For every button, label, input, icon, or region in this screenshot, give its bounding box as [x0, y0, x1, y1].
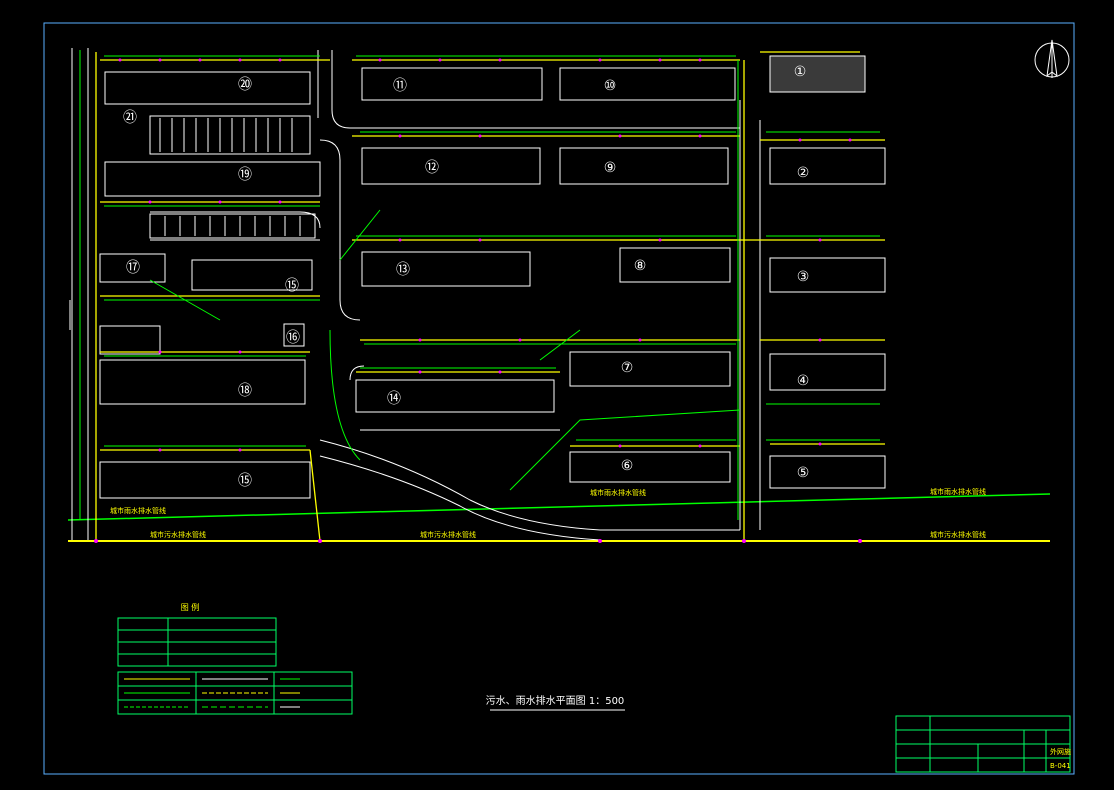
north-arrow-icon — [1034, 39, 1070, 78]
building-14 — [355, 379, 555, 413]
title-block-page-code: B-041 — [1050, 762, 1071, 770]
building-11 — [361, 67, 543, 101]
legend: 图 例 — [117, 602, 353, 715]
manholes — [94, 58, 862, 543]
building-number-16: ⑯ — [286, 330, 300, 346]
title-block-sheet-label: 外网施 — [1050, 747, 1071, 756]
building-18-annex — [99, 325, 161, 355]
building-2 — [769, 147, 886, 185]
building-13 — [361, 251, 531, 287]
building-number-9: ⑨ — [604, 160, 617, 176]
building-number-13: ⑬ — [396, 262, 410, 278]
building-number-12: ⑫ — [425, 160, 439, 176]
building-number-7: ⑦ — [621, 360, 634, 376]
legend-title: 图 例 — [181, 602, 200, 612]
building-number-18: ⑱ — [238, 383, 252, 399]
drawing-canvas: 城市雨水排水管线 城市雨水排水管线 城市雨水排水管线 城市污水排水管线 城市污水… — [43, 22, 1075, 775]
parking-lot — [149, 115, 316, 239]
building-4 — [769, 353, 886, 391]
building-number-21: ㉑ — [123, 110, 137, 126]
building-number-11: ⑪ — [393, 78, 407, 94]
building-number-4: ④ — [797, 373, 810, 389]
building-number-5: ⑤ — [797, 465, 810, 481]
building-number-15b: ⑮ — [238, 473, 252, 489]
building-15b — [99, 461, 311, 499]
building-3 — [769, 257, 886, 293]
city-rain-main-label-2: 城市雨水排水管线 — [590, 488, 646, 497]
building-number-6: ⑥ — [621, 458, 634, 474]
building-1 — [769, 55, 866, 93]
building-12 — [361, 147, 541, 185]
building-10 — [559, 67, 736, 101]
city-rain-main-label: 城市雨水排水管线 — [110, 506, 166, 515]
building-number-15: ⑮ — [285, 278, 299, 294]
city-sewer-main-label-2: 城市污水排水管线 — [420, 530, 476, 539]
building-number-20: ⑳ — [238, 77, 252, 93]
city-sewer-main-label-3: 城市污水排水管线 — [930, 530, 986, 539]
building-5 — [769, 455, 886, 489]
building-19 — [104, 161, 321, 197]
building-number-19: ⑲ — [238, 167, 252, 183]
building-number-14: ⑭ — [387, 391, 401, 407]
building-7 — [569, 351, 731, 387]
building-number-2: ② — [797, 165, 810, 181]
city-sewer-main-label: 城市污水排水管线 — [150, 530, 206, 539]
drawing-title: 污水、雨水排水平面图 1：500 — [486, 694, 625, 707]
city-rain-main-label-3: 城市雨水排水管线 — [930, 487, 986, 496]
building-number-1: ① — [794, 64, 807, 80]
building-6 — [569, 451, 731, 483]
building-18 — [99, 359, 306, 405]
building-number-3: ③ — [797, 269, 810, 285]
building-20 — [104, 71, 311, 105]
sewer-network — [95, 51, 885, 542]
building-number-8: ⑧ — [634, 258, 647, 274]
title-block — [895, 715, 1071, 773]
building-number-17: ⑰ — [126, 260, 140, 276]
building-9 — [559, 147, 729, 185]
building-number-10: ⑩ — [604, 78, 617, 94]
buildings — [99, 55, 886, 499]
